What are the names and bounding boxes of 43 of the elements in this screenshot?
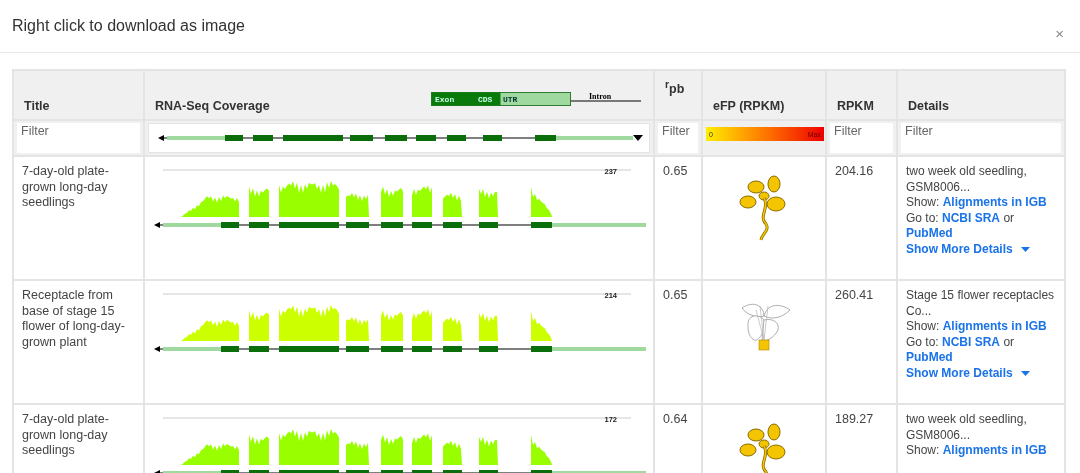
rpb-value: 0.64: [663, 412, 688, 426]
gene-legend: Exon CDS UTR Intron: [431, 91, 643, 107]
alignments-link[interactable]: Alignments in IGB: [942, 443, 1047, 457]
sample-description: two week old seedling, GSM8006...: [906, 412, 1028, 443]
ncbi-sra-link[interactable]: NCBI SRA: [942, 334, 1001, 349]
column-header: $^{r}$pb: [665, 82, 685, 97]
column-header: Title: [24, 99, 50, 113]
show-more-details-link[interactable]: Show More Details: [906, 241, 1030, 257]
sample-description: Stage 15 flower receptacles Co...: [906, 288, 1056, 319]
filter-field[interactable]: Filter: [658, 123, 698, 153]
goto-links: Go to: NCBI SRA or PubMed: [906, 334, 1016, 366]
alignments-link[interactable]: Alignments in IGB: [942, 319, 1047, 333]
pubmed-link[interactable]: PubMed: [906, 350, 953, 364]
rpkm-value: 260.41: [835, 288, 874, 302]
rpb-value: 0.65: [663, 164, 688, 178]
rpb-value: 0.65: [663, 288, 688, 302]
filter-field[interactable]: Filter: [830, 123, 893, 153]
column-header: eFP (RPKM): [713, 99, 785, 113]
alignments-link[interactable]: Alignments in IGB: [942, 195, 1047, 209]
sample-title: Receptacle from base of stage 15 flower of long-day-grown plant: [22, 288, 125, 349]
show-more-details-link[interactable]: Show More Details: [906, 365, 1030, 381]
close-button[interactable]: ×: [1051, 24, 1068, 42]
sample-title: 7-day-old plate-grown long-day seedlings: [22, 412, 109, 457]
show-links: Show: Alignments in IGB: [906, 319, 1048, 335]
sample-description: two week old seedling, GSM8006...: [906, 164, 1028, 195]
dialog-title: Right click to download as image: [12, 17, 245, 35]
sample-title: 7-day-old plate-grown long-day seedlings: [22, 164, 109, 209]
dropdown-caret-icon: [633, 135, 643, 141]
rpkm-value: 189.27: [835, 412, 874, 426]
goto-links: Go to: NCBI SRA or PubMed: [906, 210, 1016, 242]
filter-field[interactable]: Filter: [17, 123, 140, 153]
caret-icon: [1020, 246, 1030, 252]
rpkm-value: 204.16: [835, 164, 874, 178]
show-links: Show: Alignments in IGB: [906, 195, 1048, 211]
column-header: RNA-Seq Coverage: [155, 99, 270, 113]
gene-model-dropdown[interactable]: [148, 123, 650, 153]
caret-icon: [1020, 370, 1030, 376]
pubmed-link[interactable]: PubMed: [906, 226, 953, 240]
filter-field[interactable]: Filter: [901, 123, 1061, 153]
column-header: Details: [908, 99, 949, 113]
ncbi-sra-link[interactable]: NCBI SRA: [942, 210, 1001, 225]
show-links: Show: Alignments in IGB: [906, 443, 1048, 459]
column-header: RPKM: [837, 99, 874, 113]
